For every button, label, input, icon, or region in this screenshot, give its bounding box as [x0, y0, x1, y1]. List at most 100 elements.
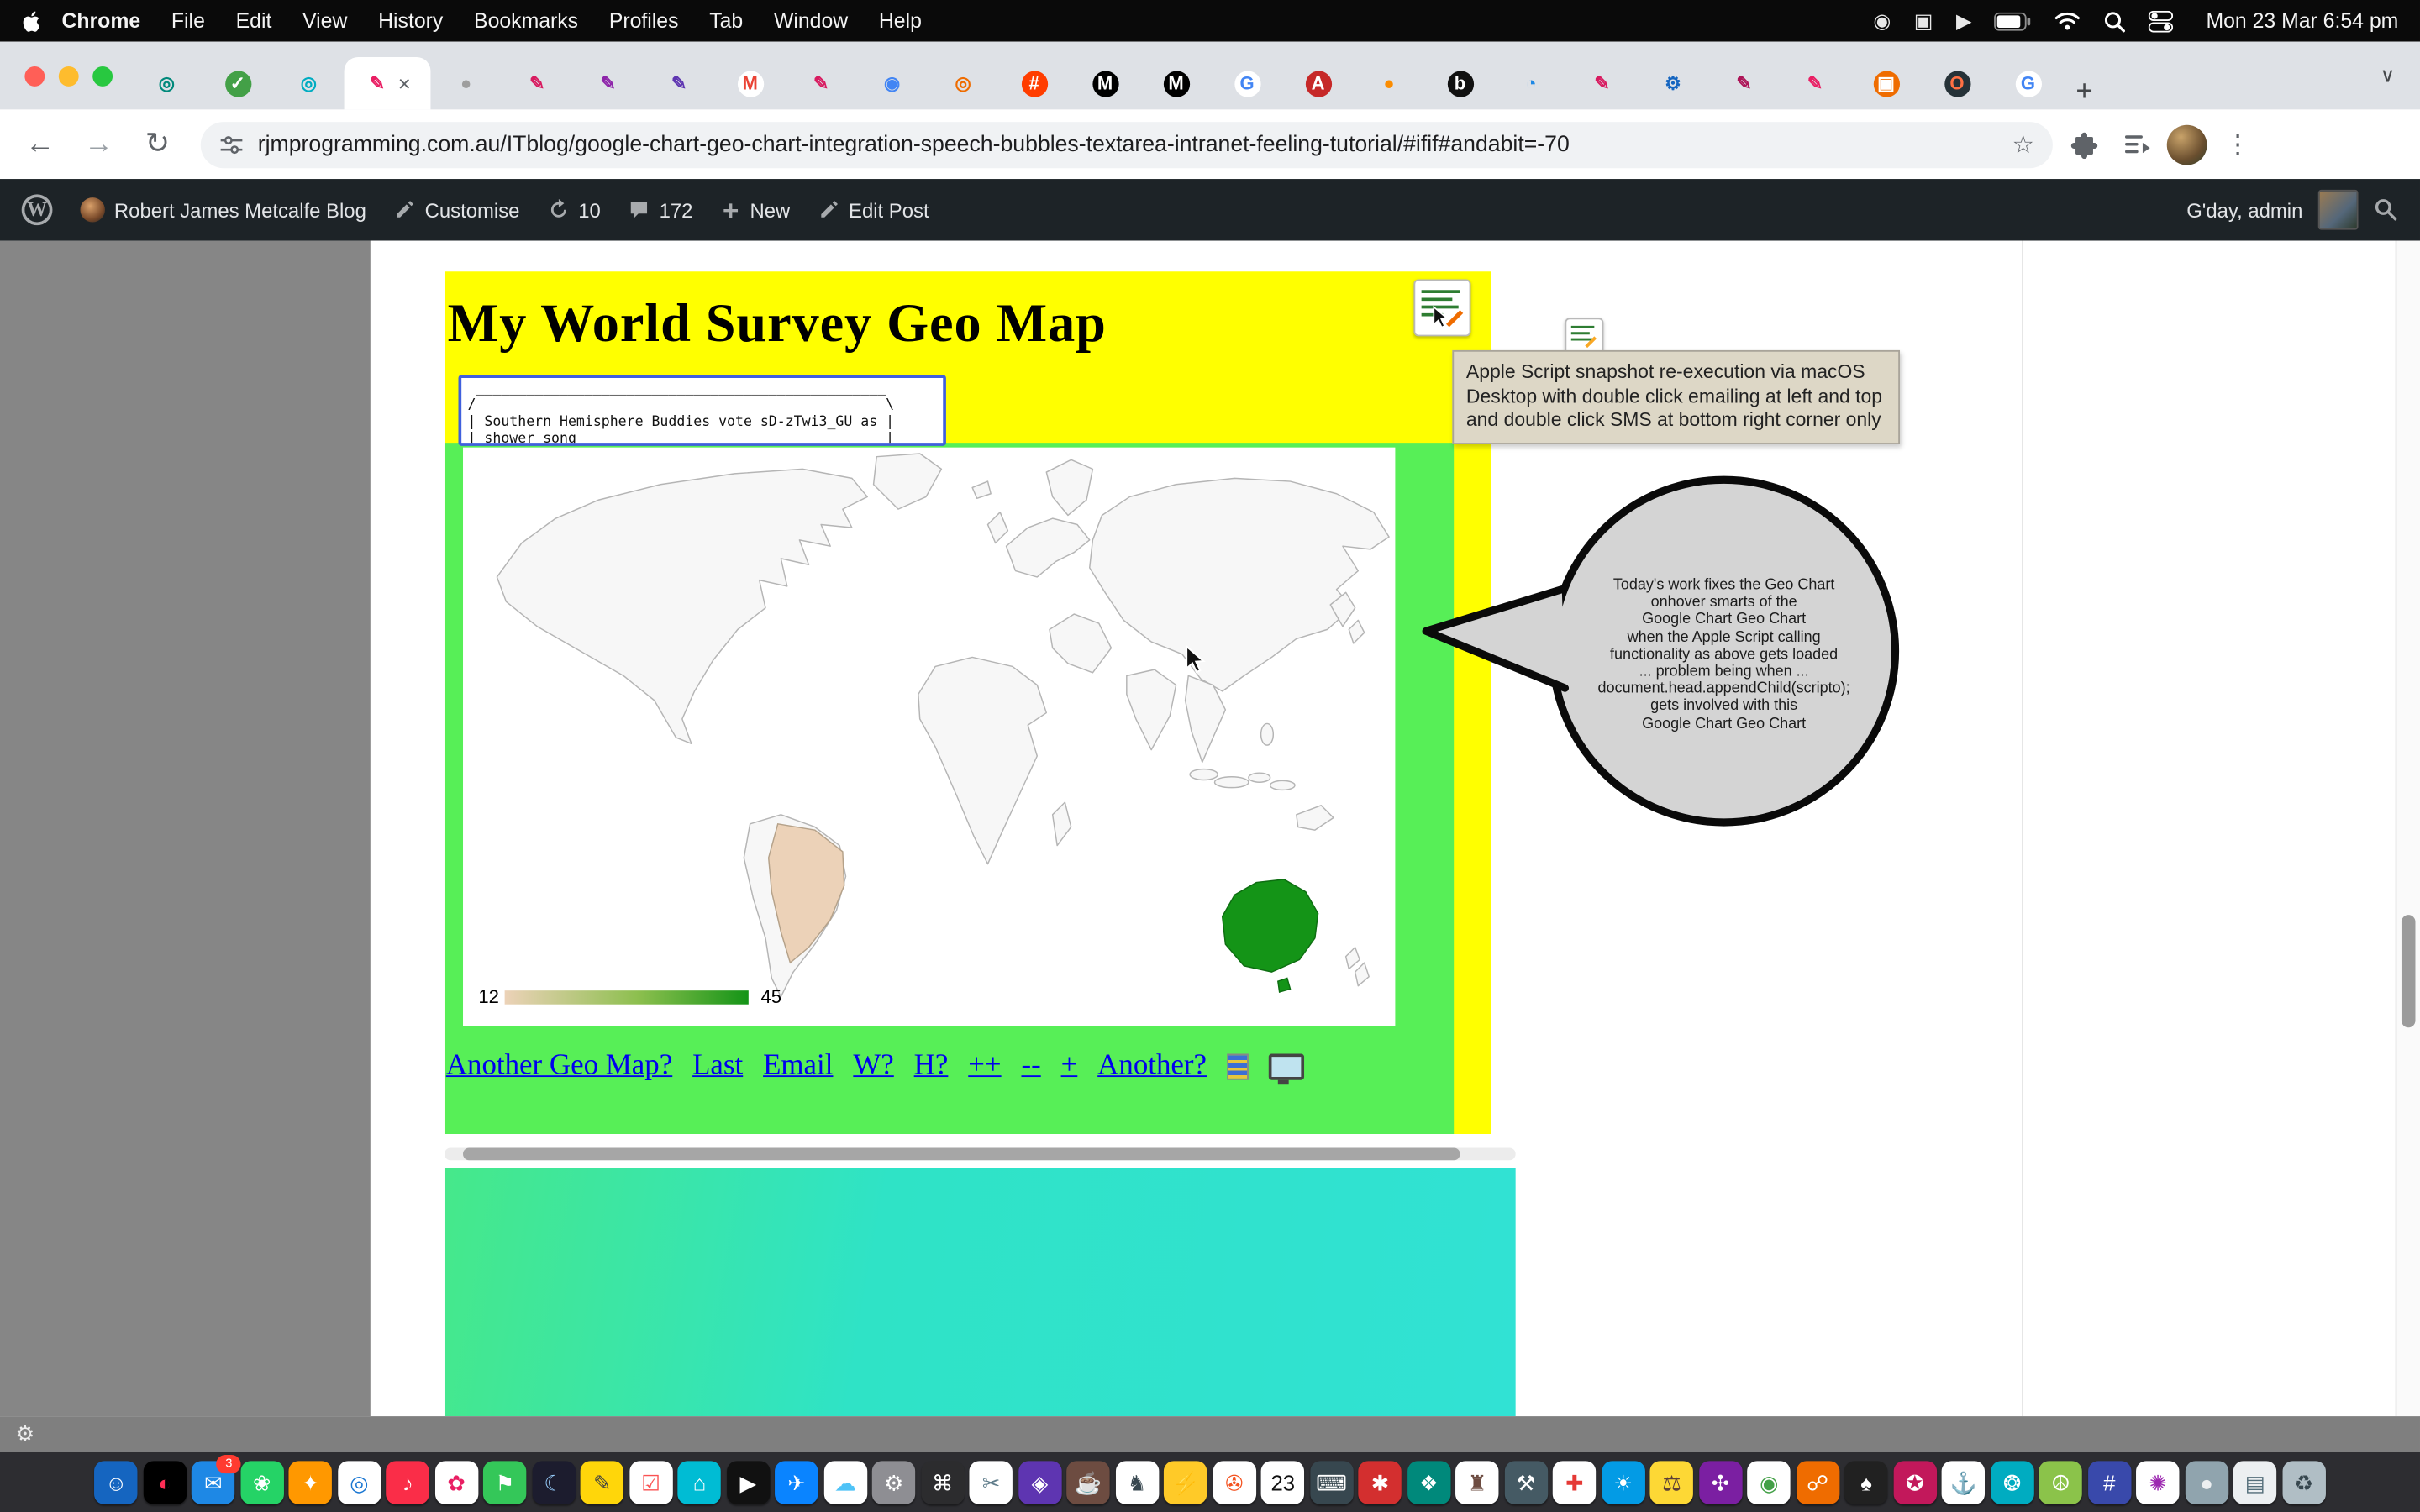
dock-icon[interactable]: ✇ [1213, 1460, 1255, 1503]
dock-icon[interactable]: ♻ [2282, 1460, 2325, 1503]
computer-icon[interactable] [1269, 1053, 1304, 1079]
dock-icon[interactable]: ⌨ [1310, 1460, 1353, 1503]
dock-icon[interactable]: ✉ 3 [192, 1460, 234, 1503]
menu-item[interactable]: History [378, 9, 443, 33]
spotlight-icon[interactable] [2104, 10, 2126, 32]
status-window-icon[interactable]: ▣ [1914, 8, 1933, 33]
dock-icon[interactable]: ✺ [2136, 1460, 2179, 1503]
dock-icon[interactable]: ❂ [1991, 1460, 2033, 1503]
geo-link[interactable]: Another Geo Map? [446, 1049, 672, 1083]
pinned-tab[interactable]: ◎ [273, 57, 344, 109]
dock-icon[interactable]: ◐ [143, 1460, 186, 1503]
control-center-icon[interactable] [2149, 10, 2174, 32]
dock-icon[interactable]: ☾ [532, 1460, 575, 1503]
gear-icon[interactable]: ⚙ [15, 1421, 34, 1447]
pinned-tab[interactable]: G [1212, 57, 1282, 109]
wordpress-logo-icon[interactable]: W [22, 194, 53, 225]
dock-icon[interactable]: ◎ [338, 1460, 381, 1503]
geo-link[interactable]: Email [763, 1049, 833, 1083]
vertical-scrollbar-track[interactable] [2396, 241, 2420, 1417]
menu-item[interactable]: Window [774, 9, 848, 33]
dock-icon[interactable]: ◉ [1748, 1460, 1791, 1503]
dock-icon[interactable]: # [2088, 1460, 2131, 1503]
pinned-tab[interactable]: O [1922, 57, 1992, 109]
admin-comments-link[interactable]: 172 [629, 198, 693, 222]
pinned-tab[interactable]: ◎ [928, 57, 998, 109]
battery-icon[interactable] [1995, 12, 2032, 30]
tab-close-icon[interactable]: × [398, 72, 411, 94]
dock-icon[interactable]: ☍ [1796, 1460, 1839, 1503]
pinned-tab[interactable]: b [1424, 57, 1495, 109]
dock-icon[interactable]: ▤ [2233, 1460, 2276, 1503]
dock-icon[interactable]: ✈ [775, 1460, 818, 1503]
menu-item[interactable]: Edit [236, 9, 272, 33]
geo-link[interactable]: Another? [1097, 1049, 1207, 1083]
geo-link[interactable]: W? [853, 1049, 893, 1083]
pinned-tab[interactable]: M [1140, 57, 1211, 109]
site-info-icon[interactable] [219, 132, 244, 156]
profile-avatar[interactable] [2167, 124, 2207, 165]
pinned-tab[interactable]: ✎ [786, 57, 856, 109]
dock-icon[interactable]: ✎ [581, 1460, 623, 1503]
apple-menu-icon[interactable] [22, 8, 44, 33]
admin-avatar[interactable] [2318, 190, 2359, 230]
active-tab[interactable]: ✎ × [345, 57, 431, 109]
pinned-tab[interactable]: M [1070, 57, 1140, 109]
vertical-scrollbar-thumb[interactable] [2401, 915, 2415, 1027]
wifi-icon[interactable] [2054, 11, 2081, 31]
list-icon[interactable] [1227, 1053, 1249, 1079]
dock-icon[interactable]: ☕ [1067, 1460, 1110, 1503]
geo-link[interactable]: ++ [968, 1049, 1001, 1083]
bookmark-star-icon[interactable]: ☆ [2012, 129, 2033, 160]
menu-clock[interactable]: Mon 23 Mar 6:54 pm [2206, 9, 2398, 33]
pinned-tab[interactable]: ✎ [644, 57, 714, 109]
menu-item[interactable]: Help [879, 9, 922, 33]
speech-bubble-textarea[interactable]: ________________________________________… [459, 375, 946, 445]
admin-new-link[interactable]: New [721, 198, 791, 222]
status-play-icon[interactable]: ▶ [1956, 8, 1971, 33]
dock-icon[interactable]: ● [2185, 1460, 2228, 1503]
pinned-tab[interactable]: ✎ [572, 57, 643, 109]
window-maximize-button[interactable] [92, 66, 113, 86]
dock-icon[interactable]: ⌘ [921, 1460, 964, 1503]
menu-item[interactable]: View [302, 9, 347, 33]
dock-icon[interactable]: ✂ [970, 1460, 1013, 1503]
pinned-tab[interactable]: G [1992, 57, 2063, 109]
dock-icon[interactable]: ✱ [1359, 1460, 1402, 1503]
dock-icon[interactable]: ♪ [387, 1460, 429, 1503]
pinned-tab[interactable]: ✎ [1780, 57, 1850, 109]
dock-icon[interactable]: ✣ [1699, 1460, 1742, 1503]
dock-icon[interactable]: ♜ [1455, 1460, 1498, 1503]
dock-icon[interactable]: ⚓ [1942, 1460, 1985, 1503]
menu-item[interactable]: Bookmarks [474, 9, 578, 33]
pinned-tab[interactable]: ● [430, 57, 501, 109]
dock-icon[interactable]: ❀ [240, 1460, 283, 1503]
pinned-tab[interactable]: ◎ [131, 57, 202, 109]
pinned-tab[interactable]: ▣ [1850, 57, 1921, 109]
dock-icon[interactable]: ⚒ [1504, 1460, 1547, 1503]
dock-icon[interactable]: ◈ [1018, 1460, 1061, 1503]
address-bar[interactable]: rjmprogramming.com.au/ITblog/google-char… [201, 121, 2053, 167]
admin-updates-link[interactable]: 10 [548, 198, 601, 222]
dock-icon[interactable]: ✚ [1553, 1460, 1596, 1503]
pinned-tab[interactable]: A [1282, 57, 1353, 109]
geo-link[interactable]: + [1061, 1049, 1078, 1083]
pinned-tab[interactable]: # [998, 57, 1069, 109]
admin-customise-link[interactable]: Customise [394, 198, 520, 222]
new-tab-button[interactable]: + [2075, 76, 2092, 109]
pinned-tab[interactable]: ⚙ [1638, 57, 1708, 109]
region-australia[interactable] [1223, 879, 1318, 992]
dock-icon[interactable]: ✿ [434, 1460, 477, 1503]
menu-item[interactable]: Tab [709, 9, 743, 33]
forward-button[interactable]: → [74, 119, 124, 169]
pinned-tab[interactable]: ✎ [502, 57, 572, 109]
dock-icon[interactable]: 23 [1261, 1460, 1304, 1503]
dock-icon[interactable]: ✪ [1893, 1460, 1936, 1503]
dock-icon[interactable]: ☀ [1602, 1460, 1644, 1503]
dock-icon[interactable]: ❖ [1407, 1460, 1450, 1503]
status-badge-icon[interactable]: ◉ [1873, 8, 1891, 33]
admin-edit-post-link[interactable]: Edit Post [818, 198, 929, 222]
admin-search-icon[interactable] [2374, 197, 2398, 222]
back-button[interactable]: ← [15, 119, 65, 169]
menu-item[interactable]: File [171, 9, 205, 33]
